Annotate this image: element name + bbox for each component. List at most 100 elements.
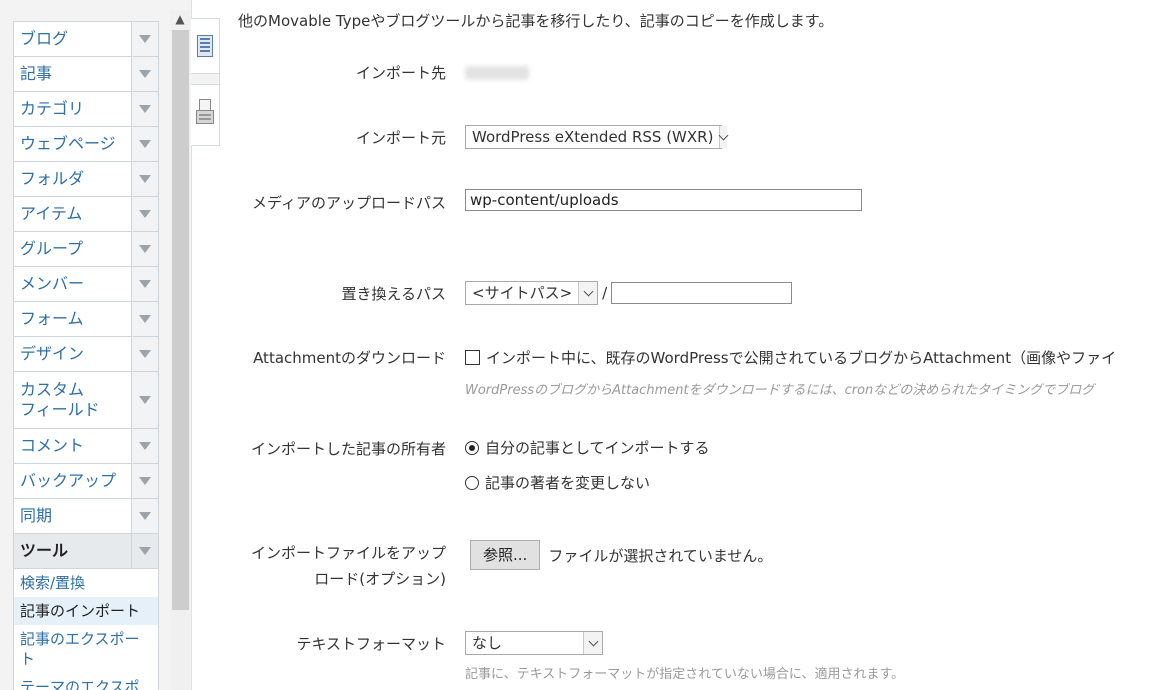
chevron-down-icon[interactable] <box>718 126 729 148</box>
tab-divider <box>191 73 219 85</box>
text-format-hint: 記事に、テキストフォーマットが指定されていない場合に、適用されます。 <box>465 667 905 682</box>
menu-item-label: カスタム フィールド <box>20 380 100 419</box>
import-dest-label: インポート先 <box>355 64 446 82</box>
menu-item-backup[interactable]: バックアップ <box>14 464 158 499</box>
sidebar: ブログ 記事 カテゴリ ウェブページ フォルダ アイテム グループ メンバー フ… <box>0 0 192 690</box>
attachment-label: Attachmentのダウンロード <box>253 349 446 367</box>
menu-item-webpage[interactable]: ウェブページ <box>14 127 158 162</box>
path-separator: / <box>602 284 608 302</box>
import-source-select[interactable]: WordPress eXtended RSS (WXR) <box>465 125 729 149</box>
attachment-checkbox-text: インポート中に、既存のWordPressで公開されているブログからAttachm… <box>486 349 1117 367</box>
menu-toggle-arrow-icon[interactable] <box>131 267 158 301</box>
import-source-label: インポート元 <box>355 129 446 147</box>
import-dest-value <box>465 66 529 84</box>
menu-toggle-arrow-icon[interactable] <box>131 337 158 371</box>
menu-item-entry[interactable]: 記事 <box>14 57 158 92</box>
scroll-thumb[interactable] <box>172 30 189 610</box>
menu-item-asset[interactable]: アイテム <box>14 197 158 232</box>
replace-path-label: 置き換えるパス <box>341 285 446 303</box>
text-format-field[interactable]: なし <box>465 631 603 655</box>
replace-path-field: <サイトパス> / <box>465 281 793 305</box>
menu-toggle-arrow-icon[interactable] <box>131 92 158 126</box>
media-path-input[interactable] <box>465 189 862 211</box>
menu-item-group[interactable]: グループ <box>14 232 158 267</box>
text-format-label: テキストフォーマット <box>296 635 446 653</box>
site-list-icon[interactable] <box>195 33 215 59</box>
attachment-checkbox[interactable] <box>465 350 480 365</box>
site-path-value: <サイトパス> <box>472 284 573 302</box>
owner-option-keep[interactable]: 記事の著者を変更しない <box>465 472 650 493</box>
chevron-down-icon[interactable] <box>583 632 602 654</box>
menu-item-label: ツール <box>20 541 69 560</box>
menu-item-member[interactable]: メンバー <box>14 267 158 302</box>
side-tab-strip <box>191 18 220 146</box>
side-menu: ブログ 記事 カテゴリ ウェブページ フォルダ アイテム グループ メンバー フ… <box>13 21 159 690</box>
blurred-site-name <box>465 66 529 80</box>
menu-toggle-arrow-icon[interactable] <box>131 22 158 56</box>
menu-item-sync[interactable]: 同期 <box>14 499 158 534</box>
upload-label: インポートファイルをアップロード(オプション) <box>250 544 446 588</box>
menu-item-label: アイテム <box>20 204 83 223</box>
tools-submenu: 検索/置換 記事のインポート 記事のエクスポート テーマのエクスポート <box>14 569 158 690</box>
import-source-dropdown[interactable]: WordPress eXtended RSS (WXR) <box>465 125 729 149</box>
menu-item-label: デザイン <box>20 344 85 363</box>
menu-item-label: 記事 <box>20 64 53 83</box>
attachment-checkbox-row[interactable]: インポート中に、既存のWordPressで公開されているブログからAttachm… <box>465 347 1116 368</box>
browse-button[interactable]: 参照... <box>470 540 541 570</box>
menu-item-category[interactable]: カテゴリ <box>14 92 158 127</box>
menu-item-label: フォルダ <box>20 169 85 188</box>
owner-option-own[interactable]: 自分の記事としてインポートする <box>465 437 710 458</box>
chevron-down-icon[interactable] <box>578 282 598 304</box>
menu-item-label: コメント <box>20 436 85 455</box>
media-path-label: メディアのアップロードパス <box>252 194 446 212</box>
menu-toggle-arrow-icon[interactable] <box>131 162 158 196</box>
menu-item-label: 同期 <box>20 506 53 525</box>
menu-item-label: ブログ <box>20 29 69 48</box>
menu-item-label: メンバー <box>20 274 85 293</box>
menu-toggle-arrow-icon[interactable] <box>131 534 158 568</box>
main-content: 他のMovable Typeやブログツールから記事を移行したり、記事のコピーを作… <box>238 0 1149 690</box>
scroll-up-icon[interactable]: ▲ <box>170 10 190 28</box>
menu-item-label: フォーム <box>20 309 84 328</box>
menu-item-label: バックアップ <box>20 471 117 490</box>
menu-item-design[interactable]: デザイン <box>14 337 158 372</box>
submenu-item-export-entries[interactable]: 記事のエクスポート <box>14 625 158 673</box>
replace-path-input[interactable] <box>611 282 793 304</box>
media-path-field[interactable] <box>465 189 862 211</box>
owner-option-own-text: 自分の記事としてインポートする <box>485 439 710 457</box>
menu-toggle-arrow-icon[interactable] <box>131 464 158 498</box>
submenu-item-export-theme[interactable]: テーマのエクスポート <box>14 673 158 690</box>
site-path-dropdown[interactable]: <サイトパス> <box>465 281 599 305</box>
upload-field: 参照... ファイルが選択されていません。 <box>470 540 772 570</box>
text-format-dropdown[interactable]: なし <box>465 631 603 655</box>
menu-item-label: ウェブページ <box>20 134 116 153</box>
document-icon[interactable] <box>195 99 215 125</box>
menu-toggle-arrow-icon[interactable] <box>131 197 158 231</box>
menu-item-comment[interactable]: コメント <box>14 429 158 464</box>
owner-label: インポートした記事の所有者 <box>250 440 446 458</box>
menu-item-form[interactable]: フォーム <box>14 302 158 337</box>
import-source-value: WordPress eXtended RSS (WXR) <box>472 128 714 146</box>
owner-option-keep-text: 記事の著者を変更しない <box>485 474 651 492</box>
menu-item-tools[interactable]: ツール <box>14 534 158 569</box>
menu-item-label: カテゴリ <box>20 99 85 118</box>
submenu-item-import-entries[interactable]: 記事のインポート <box>14 597 158 625</box>
menu-item-label: グループ <box>20 239 84 258</box>
menu-item-blog[interactable]: ブログ <box>14 22 158 57</box>
menu-toggle-arrow-icon[interactable] <box>131 57 158 91</box>
menu-toggle-arrow-icon[interactable] <box>131 429 158 463</box>
menu-toggle-arrow-icon[interactable] <box>131 232 158 266</box>
owner-radio-own[interactable] <box>465 441 479 455</box>
menu-toggle-arrow-icon[interactable] <box>131 372 158 428</box>
menu-toggle-arrow-icon[interactable] <box>131 499 158 533</box>
menu-item-folder[interactable]: フォルダ <box>14 162 158 197</box>
page-description: 他のMovable Typeやブログツールから記事を移行したり、記事のコピーを作… <box>238 12 834 30</box>
owner-radio-keep[interactable] <box>465 476 479 490</box>
upload-status: ファイルが選択されていません。 <box>548 546 773 565</box>
menu-item-custom-field[interactable]: カスタム フィールド <box>14 372 158 429</box>
submenu-item-search-replace[interactable]: 検索/置換 <box>14 569 158 597</box>
attachment-hint: WordPressのブログからAttachmentをダウンロードするには、cro… <box>465 383 1095 398</box>
sidebar-scrollbar[interactable]: ▲ <box>170 10 190 690</box>
menu-toggle-arrow-icon[interactable] <box>131 302 158 336</box>
menu-toggle-arrow-icon[interactable] <box>131 127 158 161</box>
